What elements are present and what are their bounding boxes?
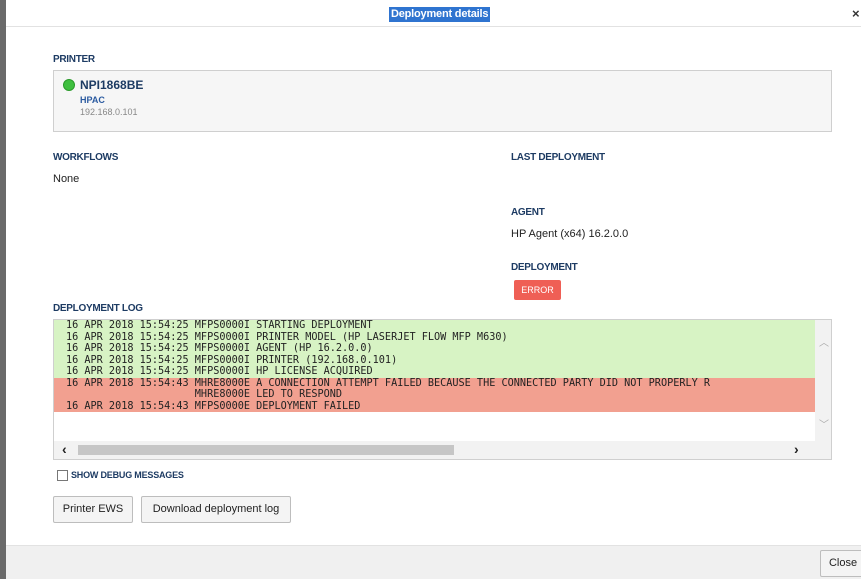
printer-status-icon [63, 79, 75, 91]
printer-model: HPAC [80, 95, 105, 105]
printer-ews-button[interactable]: Printer EWS [53, 496, 133, 523]
deployment-status-badge: ERROR [514, 280, 561, 300]
scroll-down-icon[interactable]: ﹀ [819, 416, 829, 431]
dialog-title: Deployment details [389, 7, 491, 22]
log-lines: 16 APR 2018 15:54:25 MFPS0000I STARTING … [54, 320, 817, 441]
close-icon[interactable]: × [852, 6, 860, 21]
log-line: 16 APR 2018 15:54:25 MFPS0000I PRINTER M… [54, 331, 817, 343]
log-line: MHRE8000E LED TO RESPOND [54, 389, 817, 401]
workflows-value: None [53, 173, 80, 185]
log-horizontal-scrollbar[interactable]: ‹ › [54, 441, 831, 459]
close-button[interactable]: Close [820, 550, 861, 577]
scroll-right-icon[interactable]: › [794, 441, 799, 457]
scroll-up-icon[interactable]: ︿ [819, 334, 829, 349]
log-vertical-scrollbar[interactable]: ︿ ﹀ [815, 320, 831, 441]
deployment-log[interactable]: 16 APR 2018 15:54:25 MFPS0000I STARTING … [53, 319, 832, 460]
show-debug-checkbox[interactable] [57, 470, 68, 481]
log-line: 16 APR 2018 15:54:43 MFPS0000E DEPLOYMEN… [54, 400, 817, 412]
dialog-titlebar: Deployment details × [6, 0, 861, 27]
show-debug-label: SHOW DEBUG MESSAGES [71, 470, 184, 480]
deployment-details-dialog: Deployment details × PRINTER NPI1868BE H… [0, 0, 861, 579]
printer-name: NPI1868BE [80, 78, 144, 92]
log-line: 16 APR 2018 15:54:25 MFPS0000I AGENT (HP… [54, 343, 817, 355]
agent-value: HP Agent (x64) 16.2.0.0 [511, 228, 629, 240]
scrollbar-thumb[interactable] [78, 445, 454, 455]
dialog-footer: Close [6, 545, 861, 579]
printer-card: NPI1868BE HPAC 192.168.0.101 [53, 70, 832, 132]
last-deployment-label: LAST DEPLOYMENT [511, 152, 605, 163]
log-line: 16 APR 2018 15:54:25 MFPS0000I HP LICENS… [54, 366, 817, 378]
printer-ip: 192.168.0.101 [80, 107, 138, 117]
log-line: 16 APR 2018 15:54:25 MFPS0000I STARTING … [54, 320, 817, 332]
printer-section-label: PRINTER [53, 54, 95, 65]
scroll-left-icon[interactable]: ‹ [62, 441, 67, 457]
agent-label: AGENT [511, 207, 545, 218]
log-line: 16 APR 2018 15:54:25 MFPS0000I PRINTER (… [54, 354, 817, 366]
deployment-log-label: DEPLOYMENT LOG [53, 303, 143, 314]
deployment-label: DEPLOYMENT [511, 262, 578, 273]
workflows-label: WORKFLOWS [53, 152, 119, 163]
download-log-button[interactable]: Download deployment log [141, 496, 291, 523]
log-line: 16 APR 2018 15:54:43 MHRE8000E A CONNECT… [54, 377, 817, 389]
